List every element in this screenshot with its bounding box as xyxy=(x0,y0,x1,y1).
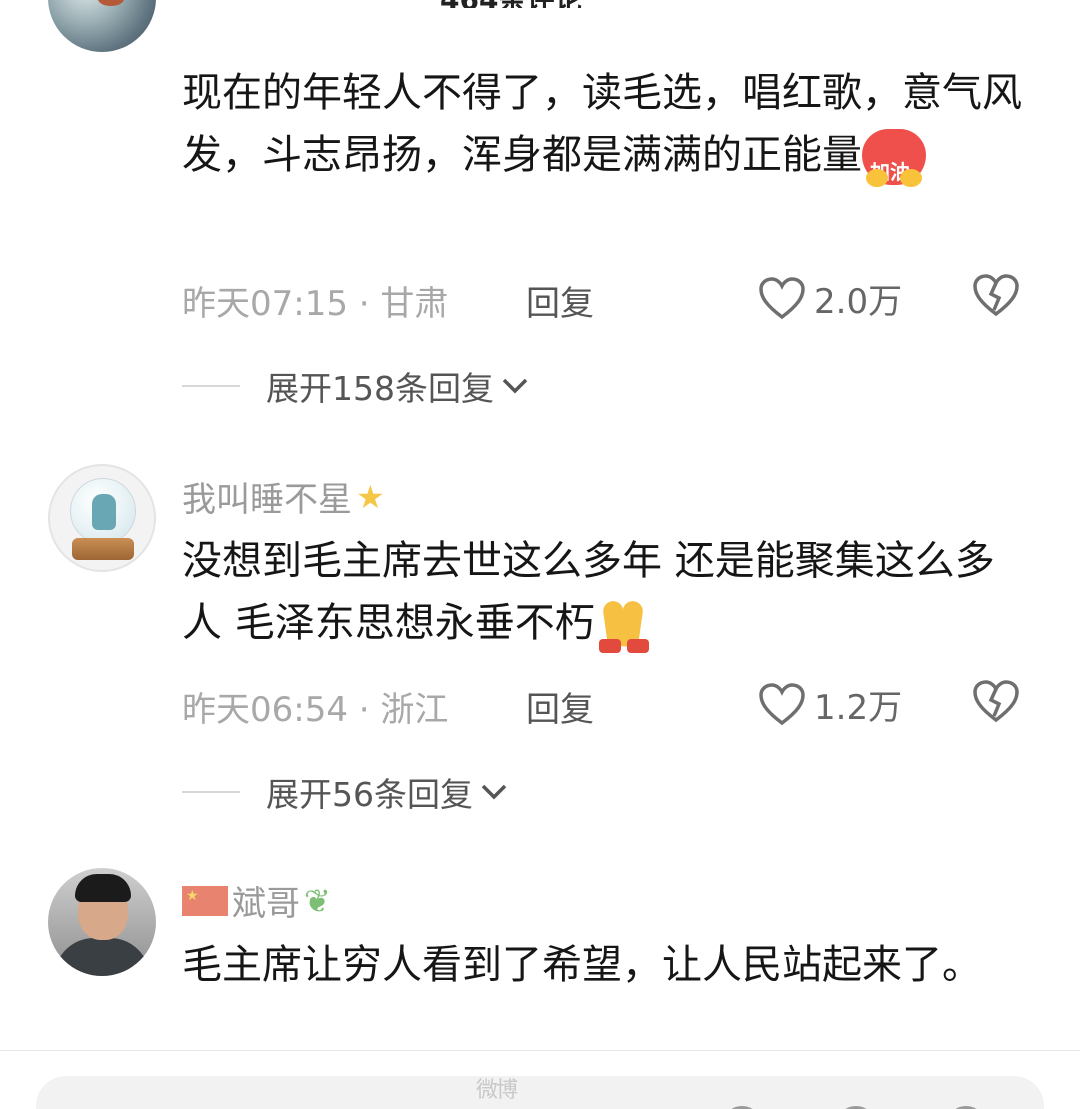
username[interactable]: 我叫睡不星 ★ xyxy=(182,472,385,521)
china-flag-icon xyxy=(182,885,228,916)
pray-icon xyxy=(595,597,651,653)
username[interactable]: 斌哥❦ xyxy=(182,876,331,925)
comment-input-bar[interactable]: 微博 xyxy=(36,1076,1044,1109)
like-count: 2.0万 xyxy=(814,282,903,322)
like-button[interactable]: 1.2万 xyxy=(758,680,902,729)
reply-button[interactable]: 回复 xyxy=(526,276,594,325)
star-icon: ★ xyxy=(356,477,385,516)
divider xyxy=(182,791,240,793)
expand-replies[interactable]: 展开56条回复 xyxy=(182,770,509,814)
comments-count-title: 464条评论 xyxy=(440,0,640,8)
comment-text: 现在的年轻人不得了，读毛选，唱红歌，意气风发，斗志昂扬，浑身都是满满的正能量 加油 xyxy=(182,62,1022,187)
reply-button[interactable]: 回复 xyxy=(526,682,594,731)
comment-meta: 昨天06:54 · 浙江 回复 1.2万 xyxy=(182,680,1080,733)
divider xyxy=(0,1050,1080,1051)
comment-text: 毛主席让穷人看到了希望，让人民站起来了。 xyxy=(182,942,982,988)
leaf-icon: ❦ xyxy=(304,881,331,920)
dislike-button[interactable] xyxy=(972,680,1020,733)
broken-heart-icon xyxy=(973,680,1019,723)
like-count: 1.2万 xyxy=(814,688,903,728)
broken-heart-icon xyxy=(973,274,1019,317)
like-button[interactable]: 2.0万 xyxy=(758,274,902,323)
heart-icon xyxy=(759,276,805,319)
avatar[interactable] xyxy=(48,0,156,52)
jiayou-emoji-icon: 加油 xyxy=(862,129,926,187)
divider xyxy=(182,385,240,387)
comment-text: 没想到毛主席去世这么多年 还是能聚集这么多人 毛泽东思想永垂不朽 xyxy=(182,530,1022,654)
time-location: 昨天06:54 · 浙江 xyxy=(182,690,449,730)
heart-icon xyxy=(759,682,805,725)
chevron-down-icon xyxy=(481,784,507,800)
chevron-down-icon xyxy=(502,378,528,394)
watermark: 微博 xyxy=(476,1078,518,1103)
expand-replies-label: 展开158条回复 xyxy=(266,369,494,408)
avatar[interactable] xyxy=(48,868,156,976)
expand-replies[interactable]: 展开158条回复 xyxy=(182,364,530,408)
header: 464条评论 xyxy=(0,0,1080,8)
expand-replies-label: 展开56条回复 xyxy=(266,775,473,814)
dislike-button[interactable] xyxy=(972,274,1020,327)
avatar[interactable] xyxy=(48,464,156,572)
time-location: 昨天07:15 · 甘肃 xyxy=(182,284,449,324)
comment-meta: 昨天07:15 · 甘肃 回复 2.0万 xyxy=(182,274,1080,327)
